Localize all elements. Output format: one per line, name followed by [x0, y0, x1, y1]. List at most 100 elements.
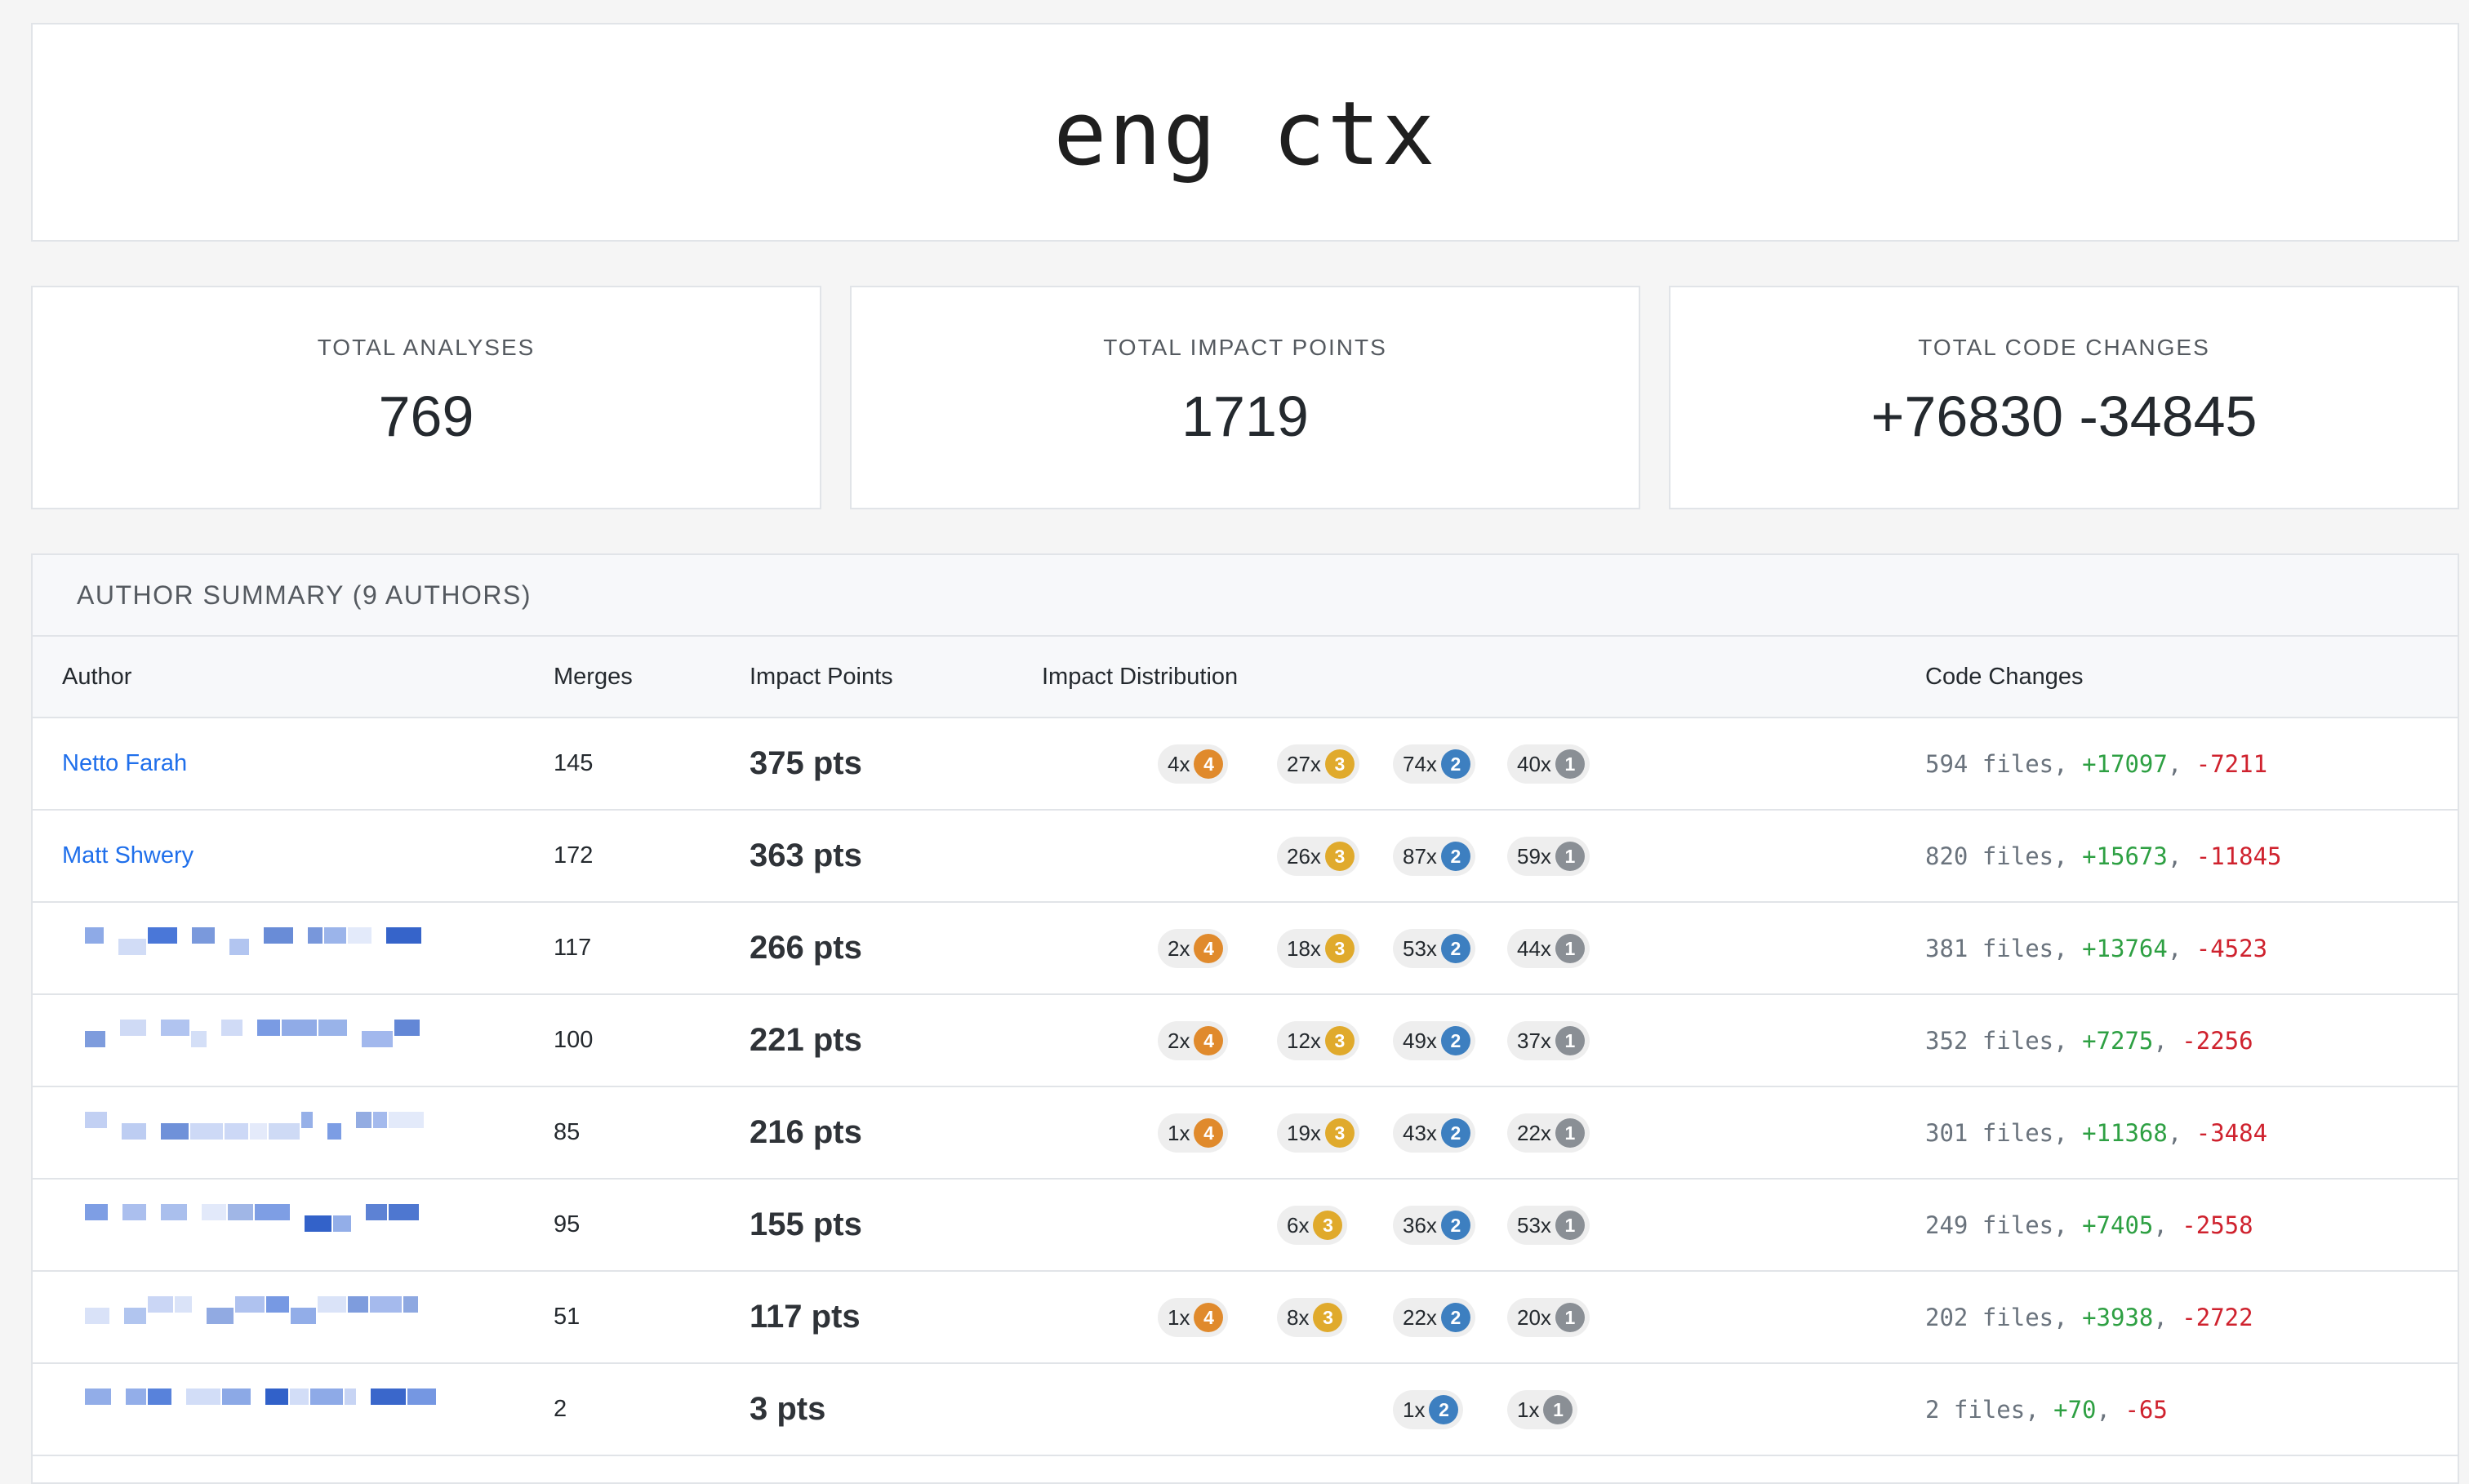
redaction-block	[257, 1020, 280, 1036]
redaction-block	[403, 1296, 418, 1313]
impact-level-badge: 2	[1440, 749, 1470, 779]
column-header-author[interactable]: Author	[62, 637, 131, 717]
impact-level-1-pill: 37x 1	[1507, 1021, 1590, 1060]
separator: ,	[2153, 1026, 2182, 1055]
impact-count: 1x	[1168, 1304, 1190, 1330]
impact-count: 87x	[1403, 843, 1437, 869]
table-row[interactable]: Matt Shwery 172 363 pts 26x 3 87x 2 59x 1 820 fil…	[33, 811, 2458, 903]
redacted-author-name[interactable]	[85, 1296, 444, 1342]
impact-level-badge: 1	[1555, 1303, 1585, 1332]
impact-level-1-pill: 22x 1	[1507, 1113, 1590, 1153]
redaction-block	[235, 1296, 265, 1313]
merges-count: 172	[554, 842, 594, 869]
redaction-block	[318, 1296, 346, 1313]
table-row[interactable]: 23 pts 1x 2 1x 1 2 files, +70, -65	[33, 1364, 2458, 1456]
redaction-block	[389, 1204, 419, 1220]
redaction-block	[348, 927, 371, 944]
impact-points: 375 pts	[750, 745, 862, 781]
redaction-block	[85, 927, 104, 944]
author-link[interactable]: Matt Shwery	[62, 842, 194, 869]
stat-value: 769	[378, 384, 474, 448]
impact-count: 1x	[1517, 1397, 1540, 1422]
redaction-block	[221, 1020, 242, 1036]
lines-removed: -2722	[2182, 1303, 2253, 1331]
redacted-author-name[interactable]	[85, 1112, 444, 1157]
separator: ,	[2167, 934, 2196, 962]
impact-level-badge: 2	[1440, 1118, 1470, 1148]
impact-level-3-pill: 18x 3	[1277, 929, 1359, 968]
impact-level-2-pill: 1x 2	[1393, 1390, 1464, 1429]
redacted-author-name[interactable]	[85, 1388, 444, 1434]
table-body: Netto Farah 145 375 pts 4x 4 27x 3 74x 2 40x 1 594 …	[33, 718, 2458, 1456]
redaction-block	[191, 1031, 207, 1047]
table-row[interactable]: 117 266 pts 2x 4 18x 3 53x 2 44x 1 381 files, +137…	[33, 903, 2458, 995]
impact-level-2-pill: 87x 2	[1393, 837, 1475, 876]
impact-level-badge: 3	[1324, 842, 1355, 871]
impact-level-badge: 4	[1194, 934, 1224, 963]
redaction-block	[266, 1296, 289, 1313]
impact-level-4-pill: 2x 4	[1158, 1021, 1229, 1060]
redaction-block	[407, 1388, 436, 1405]
stat-card-total-impact-points: TOTAL IMPACT POINTS 1719	[850, 286, 1640, 509]
redacted-author-name[interactable]	[85, 1020, 444, 1065]
column-header-impact-distribution[interactable]: Impact Distribution	[1042, 637, 1238, 717]
redaction-block	[394, 1020, 420, 1036]
author-summary-title: AUTHOR SUMMARY (9 AUTHORS)	[33, 555, 2458, 637]
author-link[interactable]: Netto Farah	[62, 750, 187, 777]
impact-count: 1x	[1403, 1397, 1426, 1422]
column-header-impact-points[interactable]: Impact Points	[750, 637, 893, 717]
impact-level-badge: 1	[1555, 842, 1585, 871]
column-header-code-changes[interactable]: Code Changes	[1925, 637, 2083, 717]
separator: ,	[2167, 1118, 2196, 1147]
impact-level-badge: 3	[1324, 934, 1355, 963]
separator: ,	[2167, 749, 2196, 778]
impact-level-2-pill: 49x 2	[1393, 1021, 1475, 1060]
redaction-block	[161, 1020, 189, 1036]
impact-level-2-pill: 74x 2	[1393, 744, 1475, 784]
table-row[interactable]: Netto Farah 145 375 pts 4x 4 27x 3 74x 2 40x 1 594 …	[33, 718, 2458, 811]
table-row[interactable]: 85 216 pts 1x 4 19x 3 43x 2 22x 1 301 files, +1136…	[33, 1087, 2458, 1180]
impact-level-badge: 2	[1429, 1395, 1459, 1424]
code-changes: 249 files, +7405, -2558	[1925, 1180, 2253, 1270]
separator: ,	[2053, 749, 2083, 778]
column-header-merges[interactable]: Merges	[554, 637, 633, 717]
table-row[interactable]: 95 155 pts 6x 3 36x 2 53x 1 249 files, +7405, -2…	[33, 1180, 2458, 1272]
impact-points: 155 pts	[750, 1206, 862, 1242]
merges-count: 95	[554, 1211, 581, 1237]
code-changes: 594 files, +17097, -7211	[1925, 718, 2267, 809]
merges-count: 85	[554, 1119, 581, 1145]
impact-level-badge: 3	[1313, 1211, 1343, 1240]
redaction-block	[85, 1388, 111, 1405]
impact-level-2-pill: 53x 2	[1393, 929, 1475, 968]
code-changes: 352 files, +7275, -2256	[1925, 995, 2253, 1086]
redaction-block	[228, 1204, 253, 1220]
impact-count: 43x	[1403, 1120, 1437, 1145]
table-row[interactable]: 51 117 pts 1x 4 8x 3 22x 2 20x 1 202 files, +3938,…	[33, 1272, 2458, 1364]
redaction-block	[202, 1204, 226, 1220]
impact-level-badge: 2	[1440, 934, 1470, 963]
merges-count: 117	[554, 935, 592, 961]
redaction-block	[225, 1123, 248, 1140]
redaction-block	[85, 1204, 108, 1220]
impact-count: 53x	[1403, 935, 1437, 961]
separator: ,	[2096, 1395, 2125, 1424]
redaction-block	[207, 1308, 234, 1324]
impact-level-3-pill: 26x 3	[1277, 837, 1359, 876]
impact-points: 216 pts	[750, 1114, 862, 1150]
header-card: eng ctx	[31, 23, 2459, 242]
impact-level-3-pill: 27x 3	[1277, 744, 1359, 784]
impact-level-badge: 3	[1324, 1118, 1355, 1148]
redacted-author-name[interactable]	[85, 927, 444, 973]
redaction-block	[120, 1020, 146, 1036]
stat-value: +76830 -34845	[1871, 384, 2258, 448]
table-row[interactable]: 100 221 pts 2x 4 12x 3 49x 2 37x 1 352 files, +727…	[33, 995, 2458, 1087]
code-changes: 820 files, +15673, -11845	[1925, 811, 2282, 901]
separator: ,	[2053, 934, 2083, 962]
impact-count: 6x	[1287, 1212, 1310, 1237]
code-changes: 2 files, +70, -65	[1925, 1364, 2168, 1455]
redacted-author-name[interactable]	[85, 1204, 444, 1250]
separator: ,	[2053, 1118, 2083, 1147]
redaction-block	[290, 1388, 309, 1405]
impact-level-1-pill: 1x 1	[1507, 1390, 1578, 1429]
impact-count: 12x	[1287, 1028, 1321, 1053]
